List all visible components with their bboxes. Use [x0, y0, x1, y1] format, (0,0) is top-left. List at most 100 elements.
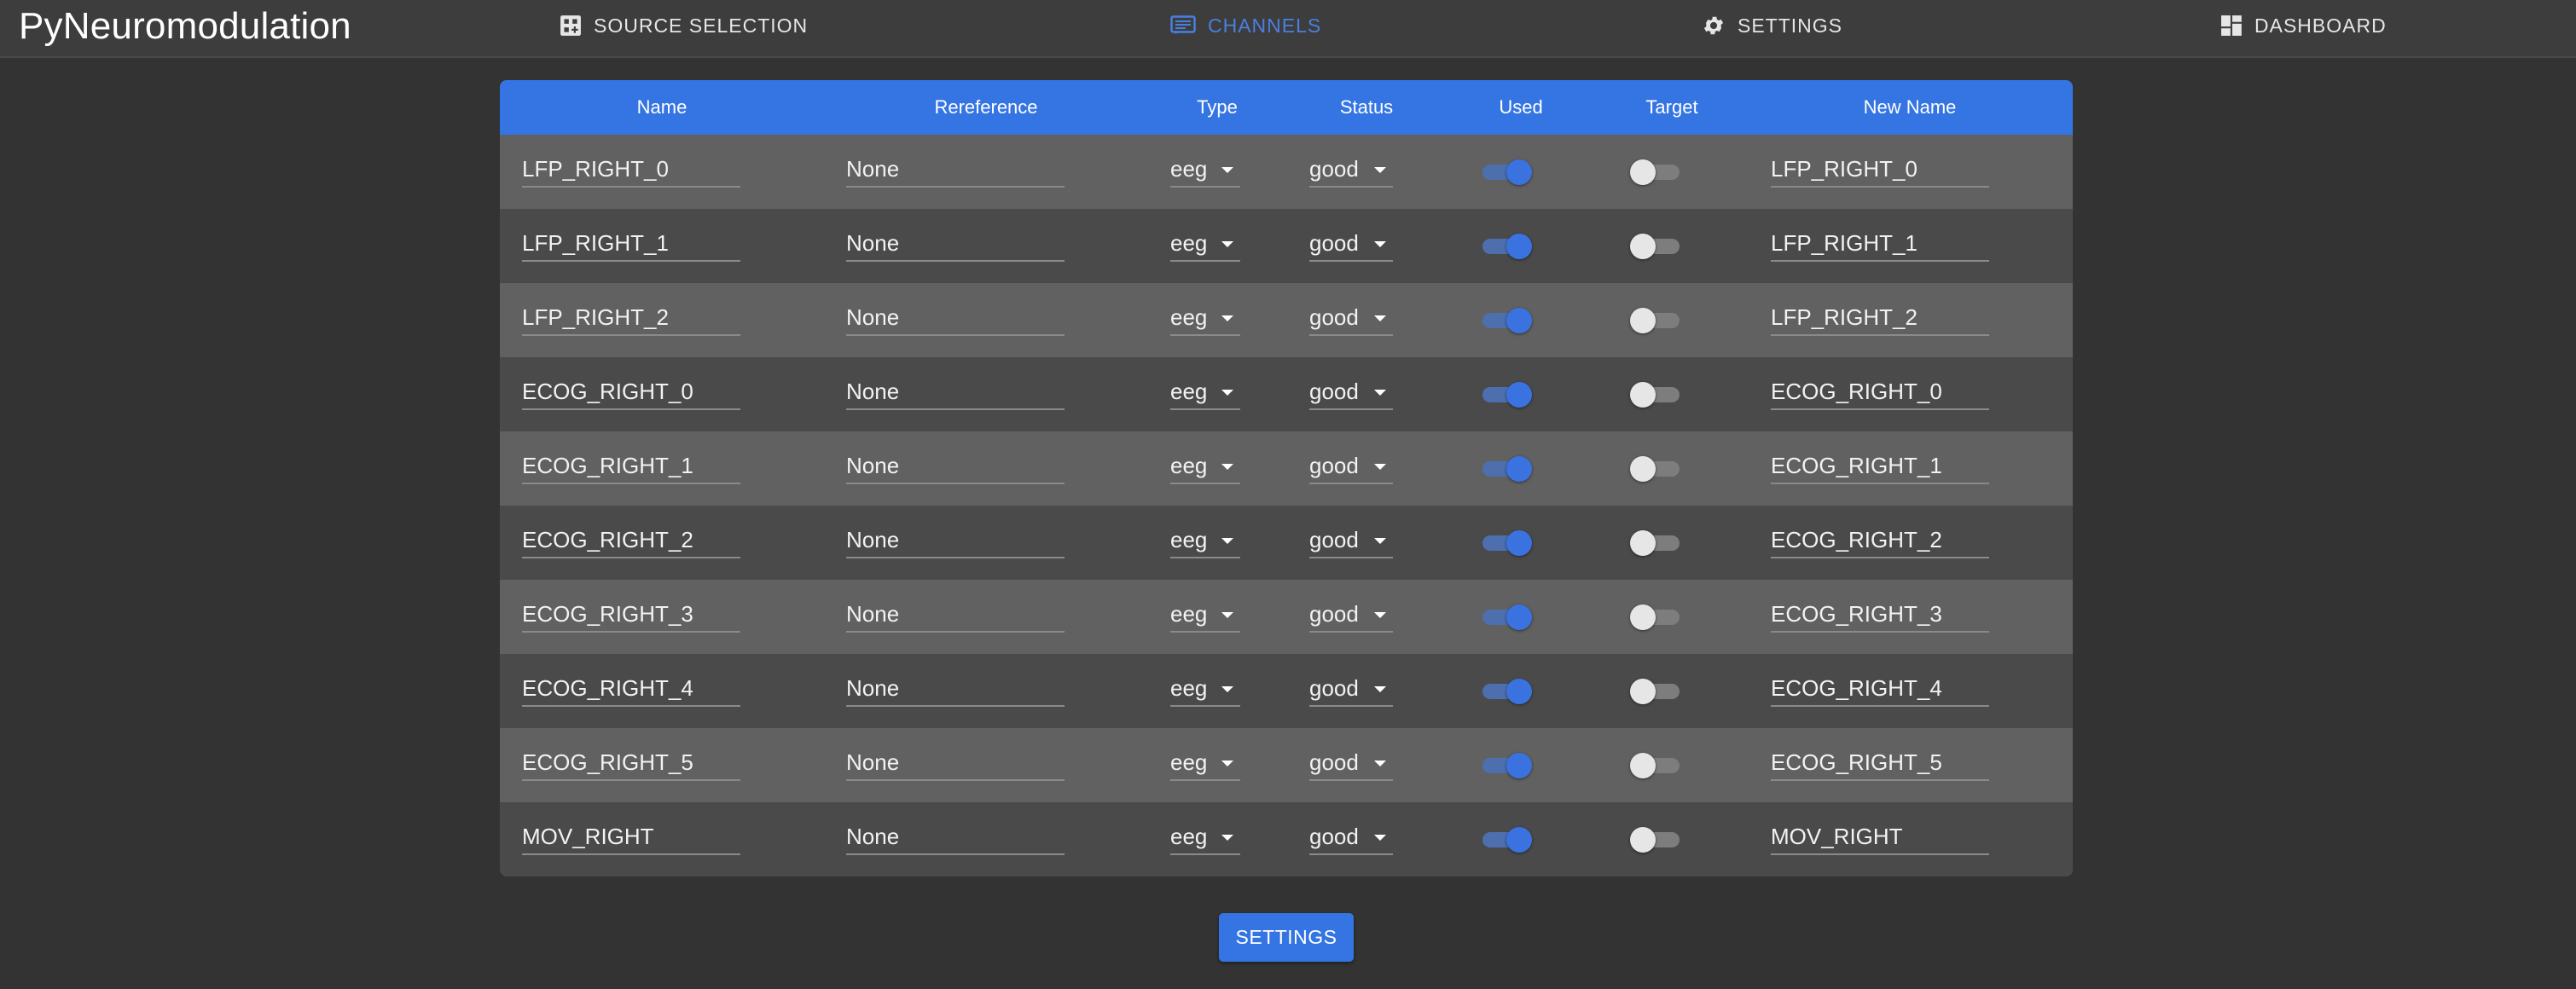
type-select[interactable]: eeg — [1170, 671, 1240, 707]
new-name-field[interactable]: ECOG_RIGHT_4 — [1771, 671, 1989, 707]
rereference-field[interactable]: None — [846, 745, 1065, 781]
rereference-field[interactable]: None — [846, 226, 1065, 262]
type-select[interactable]: eeg — [1170, 300, 1240, 336]
status-select[interactable]: good — [1309, 152, 1393, 188]
new-name-field[interactable]: LFP_RIGHT_0 — [1771, 152, 1989, 188]
rereference-field[interactable]: None — [846, 448, 1065, 484]
used-toggle[interactable] — [1482, 679, 1532, 704]
rereference-field[interactable]: None — [846, 819, 1065, 855]
chevron-down-icon — [1221, 390, 1233, 396]
new-name-field[interactable]: ECOG_RIGHT_5 — [1771, 745, 1989, 781]
rereference-field[interactable]: None — [846, 374, 1065, 410]
app-title: PyNeuromodulation — [19, 5, 351, 47]
rereference-field[interactable]: None — [846, 300, 1065, 336]
used-toggle[interactable] — [1482, 530, 1532, 556]
type-value: eeg — [1170, 675, 1208, 701]
toggle-knob — [1506, 827, 1532, 853]
nav-settings[interactable]: SETTINGS — [1702, 7, 1842, 44]
rereference-field[interactable]: None — [846, 523, 1065, 558]
target-toggle[interactable] — [1630, 382, 1680, 408]
type-select[interactable]: eeg — [1170, 819, 1240, 855]
rereference-field[interactable]: None — [846, 671, 1065, 707]
used-toggle[interactable] — [1482, 456, 1532, 482]
table-row: MOV_RIGHT None eeg good MOV_RIGHT — [500, 802, 2073, 876]
nav-channels[interactable]: CHANNELS — [1170, 7, 1321, 44]
status-select[interactable]: good — [1309, 819, 1393, 855]
toggle-knob — [1506, 159, 1532, 185]
status-value: good — [1309, 527, 1359, 552]
channel-name-field[interactable]: LFP_RIGHT_2 — [522, 300, 740, 336]
new-name-field[interactable]: ECOG_RIGHT_1 — [1771, 448, 1989, 484]
type-select[interactable]: eeg — [1170, 745, 1240, 781]
chevron-down-icon — [1374, 761, 1386, 766]
rereference-field[interactable]: None — [846, 597, 1065, 633]
toggle-knob — [1506, 382, 1532, 408]
channel-name-field[interactable]: ECOG_RIGHT_4 — [522, 671, 740, 707]
channel-name-field[interactable]: LFP_RIGHT_1 — [522, 226, 740, 262]
new-name-field[interactable]: LFP_RIGHT_2 — [1771, 300, 1989, 336]
toggle-knob — [1506, 308, 1532, 333]
channel-name-field[interactable]: ECOG_RIGHT_2 — [522, 523, 740, 558]
target-toggle[interactable] — [1630, 753, 1680, 778]
target-toggle[interactable] — [1630, 456, 1680, 482]
type-select[interactable]: eeg — [1170, 523, 1240, 558]
top-app-bar: PyNeuromodulation SOURCE SELECTION CHANN… — [0, 0, 2576, 58]
type-select[interactable]: eeg — [1170, 226, 1240, 262]
new-name-field[interactable]: ECOG_RIGHT_3 — [1771, 597, 1989, 633]
type-select[interactable]: eeg — [1170, 597, 1240, 633]
type-select[interactable]: eeg — [1170, 448, 1240, 484]
toggle-knob — [1630, 159, 1656, 185]
channel-name-field[interactable]: ECOG_RIGHT_0 — [522, 374, 740, 410]
type-value: eeg — [1170, 230, 1208, 256]
settings-button[interactable]: SETTINGS — [1219, 913, 1354, 962]
channel-name-field[interactable]: ECOG_RIGHT_1 — [522, 448, 740, 484]
target-toggle[interactable] — [1630, 604, 1680, 630]
table-row: ECOG_RIGHT_1 None eeg good ECOG_RIGHT_1 — [500, 431, 2073, 506]
chevron-down-icon — [1221, 315, 1233, 321]
table-row: ECOG_RIGHT_4 None eeg good ECOG_RIGHT_4 — [500, 654, 2073, 728]
channels-table: Name Rereference Type Status Used Target… — [500, 80, 2073, 876]
channel-name-field[interactable]: MOV_RIGHT — [522, 819, 740, 855]
new-name-field[interactable]: ECOG_RIGHT_2 — [1771, 523, 1989, 558]
target-toggle[interactable] — [1630, 159, 1680, 185]
used-toggle[interactable] — [1482, 604, 1532, 630]
nav-label: SOURCE SELECTION — [594, 14, 809, 37]
status-select[interactable]: good — [1309, 448, 1393, 484]
target-toggle[interactable] — [1630, 308, 1680, 333]
used-toggle[interactable] — [1482, 159, 1532, 185]
status-select[interactable]: good — [1309, 671, 1393, 707]
type-select[interactable]: eeg — [1170, 374, 1240, 410]
table-row: ECOG_RIGHT_3 None eeg good ECOG_RIGHT_3 — [500, 580, 2073, 654]
target-toggle[interactable] — [1630, 530, 1680, 556]
type-select[interactable]: eeg — [1170, 152, 1240, 188]
status-select[interactable]: good — [1309, 597, 1393, 633]
target-toggle[interactable] — [1630, 679, 1680, 704]
channel-name-field[interactable]: ECOG_RIGHT_5 — [522, 745, 740, 781]
status-select[interactable]: good — [1309, 226, 1393, 262]
table-row: ECOG_RIGHT_0 None eeg good ECOG_RIGHT_0 — [500, 357, 2073, 431]
new-name-field[interactable]: LFP_RIGHT_1 — [1771, 226, 1989, 262]
channel-name-field[interactable]: ECOG_RIGHT_3 — [522, 597, 740, 633]
used-toggle[interactable] — [1482, 827, 1532, 853]
channel-name-field[interactable]: LFP_RIGHT_0 — [522, 152, 740, 188]
chevron-down-icon — [1221, 686, 1233, 692]
target-toggle[interactable] — [1630, 827, 1680, 853]
status-select[interactable]: good — [1309, 300, 1393, 336]
used-toggle[interactable] — [1482, 308, 1532, 333]
status-select[interactable]: good — [1309, 374, 1393, 410]
type-value: eeg — [1170, 453, 1208, 478]
used-toggle[interactable] — [1482, 382, 1532, 408]
target-toggle[interactable] — [1630, 234, 1680, 259]
new-name-field[interactable]: MOV_RIGHT — [1771, 819, 1989, 855]
status-select[interactable]: good — [1309, 523, 1393, 558]
chevron-down-icon — [1221, 464, 1233, 470]
used-toggle[interactable] — [1482, 753, 1532, 778]
toggle-knob — [1630, 679, 1656, 704]
rereference-field[interactable]: None — [846, 152, 1065, 188]
used-toggle[interactable] — [1482, 234, 1532, 259]
status-select[interactable]: good — [1309, 745, 1393, 781]
nav-dashboard[interactable]: DASHBOARD — [2220, 7, 2387, 44]
new-name-field[interactable]: ECOG_RIGHT_0 — [1771, 374, 1989, 410]
table-row: LFP_RIGHT_2 None eeg good LFP_RIGHT_2 — [500, 283, 2073, 357]
nav-source-selection[interactable]: SOURCE SELECTION — [560, 7, 808, 44]
